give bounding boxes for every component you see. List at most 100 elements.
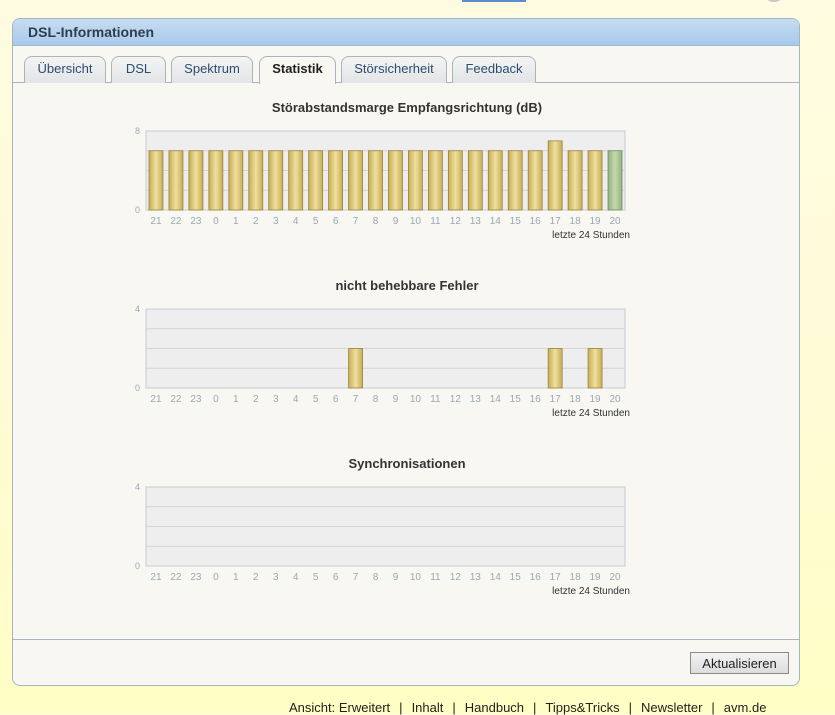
x-axis-label: letzte 24 Stunden [552, 408, 630, 419]
x-tick-label: 22 [170, 572, 182, 583]
x-tick-label: 10 [410, 572, 422, 583]
x-tick-label: 12 [450, 394, 462, 405]
tab-uebersicht[interactable]: Übersicht [24, 56, 106, 83]
x-tick-label: 3 [273, 216, 279, 227]
refresh-button[interactable]: Aktualisieren [690, 652, 789, 674]
x-tick-label: 19 [590, 216, 602, 227]
tab-feedback[interactable]: Feedback [452, 56, 536, 83]
tab-statistik[interactable]: Statistik [259, 56, 336, 84]
x-tick-label: 12 [450, 572, 462, 583]
bar [447, 150, 463, 211]
x-tick-label: 23 [190, 394, 202, 405]
tab-dsl[interactable]: DSL [111, 56, 166, 83]
x-tick-label: 4 [293, 216, 299, 227]
bar [268, 150, 284, 211]
bar [308, 150, 324, 211]
x-tick-label: 10 [410, 394, 422, 405]
footer-link-inhalt[interactable]: Inhalt [412, 700, 444, 715]
bar [567, 150, 583, 211]
x-tick-label: 0 [213, 572, 219, 583]
x-tick-label: 19 [590, 572, 602, 583]
top-corner-icon [766, 0, 782, 2]
bar [527, 150, 543, 211]
x-tick-label: 15 [510, 572, 522, 583]
x-tick-label: 20 [609, 572, 621, 583]
x-tick-label: 4 [293, 394, 299, 405]
x-tick-label: 14 [490, 216, 502, 227]
uncorrectable-errors-chart: 4021 22 23 0 1 2 3 4 5 6 7 8 9 10 11 12 13 14 15 16 17 18 19 20… [135, 304, 630, 419]
x-tick-label: 13 [470, 394, 482, 405]
x-tick-label: 16 [530, 216, 542, 227]
bar [547, 140, 563, 211]
bar [148, 150, 164, 211]
tab-spektrum[interactable]: Spektrum [171, 56, 253, 83]
x-tick-label: 10 [410, 216, 422, 227]
x-tick-label: 17 [550, 572, 562, 583]
x-tick-label: 22 [170, 216, 182, 227]
bar [348, 348, 363, 389]
x-axis-label: letzte 24 Stunden [552, 230, 630, 241]
x-tick-label: 21 [150, 394, 162, 405]
y-tick-zero: 0 [135, 383, 140, 393]
x-tick-label: 7 [353, 394, 359, 405]
x-tick-label: 18 [570, 394, 582, 405]
x-tick-label: 17 [550, 216, 562, 227]
x-tick-label: 17 [550, 394, 562, 405]
footer-link-handbuch[interactable]: Handbuch [465, 700, 524, 715]
x-tick-label: 22 [170, 394, 182, 405]
x-tick-label: 14 [490, 394, 502, 405]
x-tick-label: 7 [353, 572, 359, 583]
y-tick-zero: 0 [135, 561, 140, 571]
x-tick-label: 13 [470, 572, 482, 583]
x-tick-label: 1 [233, 216, 239, 227]
bar [288, 150, 304, 211]
x-tick-label: 0 [213, 216, 219, 227]
y-tick-zero: 0 [135, 205, 140, 215]
x-tick-label: 2 [253, 572, 259, 583]
bar [607, 150, 623, 211]
bar [467, 150, 483, 211]
x-tick-label: 23 [190, 572, 202, 583]
bar [427, 150, 443, 211]
y-tick-max: 8 [135, 126, 140, 136]
x-tick-label: 2 [253, 394, 259, 405]
x-tick-label: 20 [609, 216, 621, 227]
footer-view-prefix: Ansicht: [289, 700, 336, 715]
x-tick-label: 6 [333, 572, 339, 583]
bar [188, 150, 204, 211]
footer-link-avm[interactable]: avm.de [724, 700, 767, 715]
bar [587, 150, 603, 211]
bar [388, 150, 403, 211]
x-tick-label: 8 [373, 216, 379, 227]
x-tick-label: 8 [373, 572, 379, 583]
x-tick-label: 2 [253, 216, 259, 227]
x-tick-label: 20 [609, 394, 621, 405]
x-tick-label: 5 [313, 394, 319, 405]
x-tick-label: 3 [273, 572, 279, 583]
x-tick-label: 4 [293, 572, 299, 583]
x-tick-label: 21 [150, 572, 162, 583]
x-tick-label: 9 [393, 572, 399, 583]
footer-link-tipps[interactable]: Tipps&Tricks [545, 700, 619, 715]
x-tick-label: 15 [510, 216, 522, 227]
top-nav-indicator [462, 0, 526, 2]
y-tick-max: 4 [135, 482, 140, 492]
x-tick-label: 23 [190, 216, 202, 227]
y-tick-max: 4 [135, 304, 140, 314]
bar [228, 150, 244, 211]
footer-links: Ansicht: Erweitert | Inhalt | Handbuch | Tipps… [289, 700, 767, 715]
bar [328, 150, 344, 211]
footer-link-erweitert[interactable]: Erweitert [339, 700, 390, 715]
bar [507, 150, 523, 211]
bar [168, 150, 184, 211]
dsl-info-panel: DSL-Informationen Übersicht DSL Spektrum… [12, 18, 800, 686]
tab-stoersicherheit[interactable]: Störsicherheit [341, 56, 447, 83]
x-tick-label: 1 [233, 572, 239, 583]
x-tick-label: 16 [530, 394, 542, 405]
footer-link-newsletter[interactable]: Newsletter [641, 700, 702, 715]
x-tick-label: 19 [590, 394, 602, 405]
tab-bar: Übersicht DSL Spektrum Statistik Störsic… [13, 47, 799, 84]
x-tick-label: 8 [373, 394, 379, 405]
x-tick-label: 11 [430, 572, 441, 583]
x-tick-label: 7 [353, 216, 359, 227]
